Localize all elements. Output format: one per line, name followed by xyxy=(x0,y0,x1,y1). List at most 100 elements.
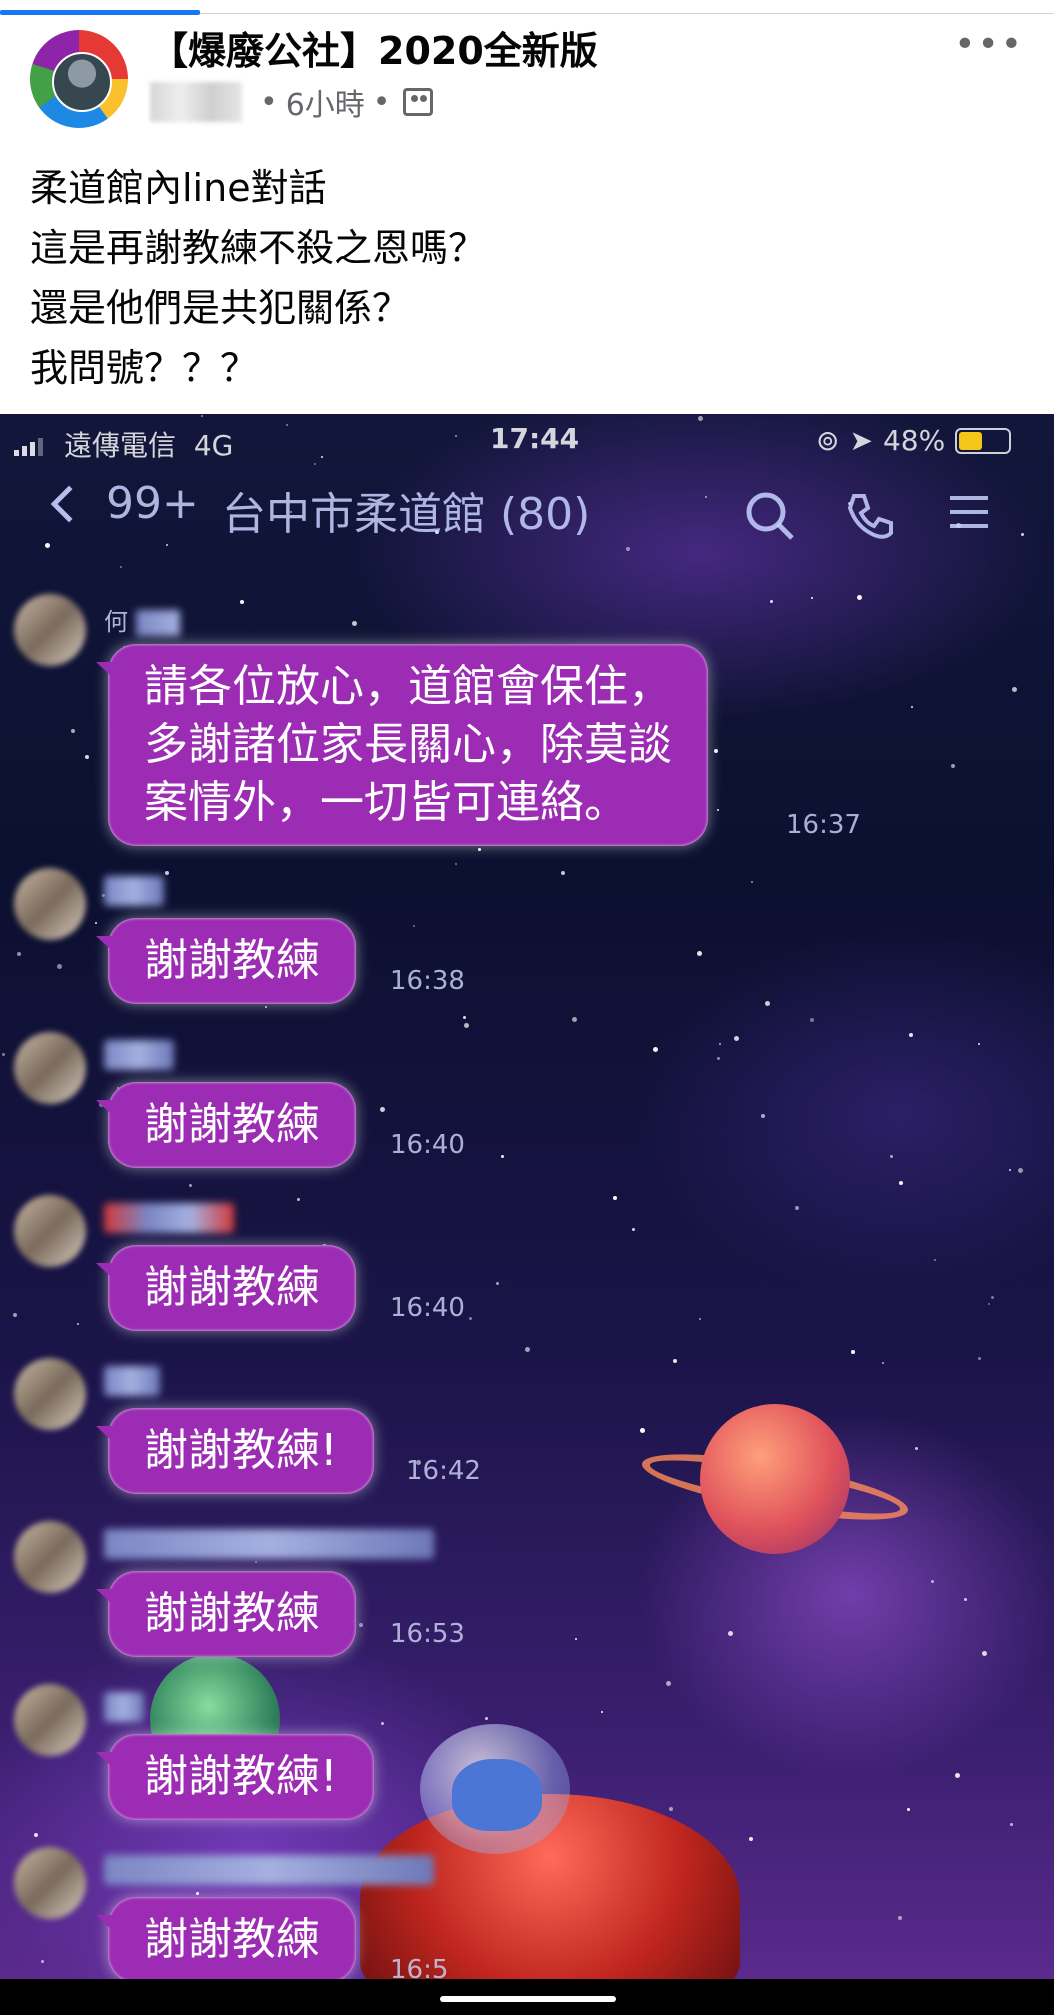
star xyxy=(41,1960,44,1963)
cartoon-character-graphic xyxy=(452,1759,542,1831)
star xyxy=(890,1155,893,1158)
message-bubble[interactable]: 請各位放心，道館會保住， 多謝諸位家長關心，除莫談 案情外，一切皆可連絡。 xyxy=(108,644,708,846)
star xyxy=(297,1198,300,1201)
star xyxy=(120,566,122,568)
sender-avatar[interactable] xyxy=(14,1684,86,1756)
star xyxy=(240,600,244,604)
post-text-line: 我問號？？？ xyxy=(30,346,259,390)
star xyxy=(761,1114,765,1118)
star xyxy=(857,595,862,600)
message-time: 16:53 xyxy=(390,1619,465,1649)
meta-separator: • xyxy=(372,84,391,120)
star xyxy=(719,1043,721,1045)
message-bubble[interactable]: 謝謝教練 xyxy=(108,1897,356,1979)
star xyxy=(728,1631,733,1636)
star xyxy=(899,1181,903,1185)
star xyxy=(469,1317,472,1320)
post-text-line: 這是再謝教練不殺之恩嗎？ xyxy=(30,226,487,270)
group-avatar[interactable] xyxy=(30,30,128,128)
post-time[interactable]: 6小時 xyxy=(286,80,365,124)
star xyxy=(882,1362,884,1364)
star xyxy=(640,1428,645,1433)
star xyxy=(464,1023,469,1028)
search-icon[interactable] xyxy=(744,490,796,542)
star xyxy=(71,729,75,733)
star xyxy=(666,1681,671,1686)
star xyxy=(717,1057,720,1060)
message-time: 16:5 xyxy=(390,1955,449,1979)
star xyxy=(575,1638,577,1640)
star xyxy=(255,1561,257,1563)
menu-icon[interactable] xyxy=(946,490,992,536)
post-text-line: 柔道館內line對話 xyxy=(30,166,327,210)
star xyxy=(1012,687,1017,692)
group-name[interactable]: 【爆廢公社】2020全新版 xyxy=(150,20,598,75)
loading-progress-bar xyxy=(0,0,1054,15)
star xyxy=(381,1722,384,1725)
author-name-blurred[interactable] xyxy=(150,82,242,122)
star xyxy=(478,848,481,851)
message-bubble[interactable]: 謝謝教練 xyxy=(108,1082,356,1168)
sender-avatar[interactable] xyxy=(14,594,86,666)
message-bubble[interactable]: 謝謝教練! xyxy=(108,1408,374,1494)
sender-avatar[interactable] xyxy=(14,1847,86,1919)
star xyxy=(653,1047,658,1052)
star xyxy=(34,1833,38,1837)
star xyxy=(525,1347,530,1352)
star xyxy=(898,1916,902,1920)
phone-call-icon[interactable] xyxy=(844,490,896,542)
sender-name: 何 xyxy=(104,602,180,636)
more-options-button[interactable]: ••• xyxy=(954,24,1024,65)
meta-separator: • xyxy=(260,84,278,120)
message-bubble[interactable]: 謝謝教練 xyxy=(108,1245,356,1331)
star xyxy=(359,1623,363,1627)
star xyxy=(632,1228,635,1231)
message-time: 16:38 xyxy=(390,966,465,996)
location-icon: ➤ xyxy=(849,424,873,457)
star xyxy=(978,1357,981,1360)
star xyxy=(751,881,753,883)
star xyxy=(811,597,813,599)
chat-nav-bar: 99+ 台中市柔道館 (80) xyxy=(0,470,1054,550)
phone-status-bar: 遠傳電信 4G 17:44 ⊚ ➤ 48% xyxy=(0,414,1054,470)
sender-avatar[interactable] xyxy=(14,1358,86,1430)
star xyxy=(85,755,89,759)
sender-name xyxy=(104,1855,434,1885)
message-bubble[interactable]: 謝謝教練! xyxy=(108,1734,374,1820)
star xyxy=(1018,1168,1023,1173)
star xyxy=(749,1837,753,1841)
sender-avatar[interactable] xyxy=(14,1521,86,1593)
star xyxy=(613,1196,617,1200)
star xyxy=(485,1717,488,1720)
message-bubble[interactable]: 謝謝教練 xyxy=(108,1571,356,1657)
status-right: ⊚ ➤ 48% xyxy=(816,424,1012,457)
star xyxy=(964,1598,967,1601)
sender-avatar[interactable] xyxy=(14,868,86,940)
star xyxy=(455,863,457,865)
star xyxy=(352,621,357,626)
post-text-line: 還是他們是共犯關係？ xyxy=(30,286,411,330)
star xyxy=(196,1892,199,1895)
post-photo[interactable]: 遠傳電信 4G 17:44 ⊚ ➤ 48% 99+ 台中市柔道館 (80) 何 … xyxy=(0,414,1054,1979)
home-indicator[interactable] xyxy=(440,1996,616,2002)
star xyxy=(673,1359,677,1363)
star xyxy=(699,1318,701,1320)
planet-graphic xyxy=(700,1404,850,1554)
post-header: 【爆廢公社】2020全新版 • 6小時 • ••• xyxy=(0,14,1054,144)
rotation-lock-icon: ⊚ xyxy=(816,424,840,457)
home-bar xyxy=(0,1979,1054,2015)
unread-count: 99+ xyxy=(106,478,199,529)
back-button[interactable]: 99+ xyxy=(50,478,199,529)
sender-name xyxy=(104,1203,234,1233)
star xyxy=(717,809,719,811)
star xyxy=(17,952,21,956)
sender-avatar[interactable] xyxy=(14,1195,86,1267)
sender-avatar[interactable] xyxy=(14,1032,86,1104)
post-meta: • 6小時 • xyxy=(150,80,433,124)
sender-name xyxy=(104,1692,144,1722)
star xyxy=(697,951,702,956)
message-bubble[interactable]: 謝謝教練 xyxy=(108,918,356,1004)
battery-percent: 48% xyxy=(882,424,946,457)
star xyxy=(1009,1169,1011,1171)
star xyxy=(1010,1823,1013,1826)
